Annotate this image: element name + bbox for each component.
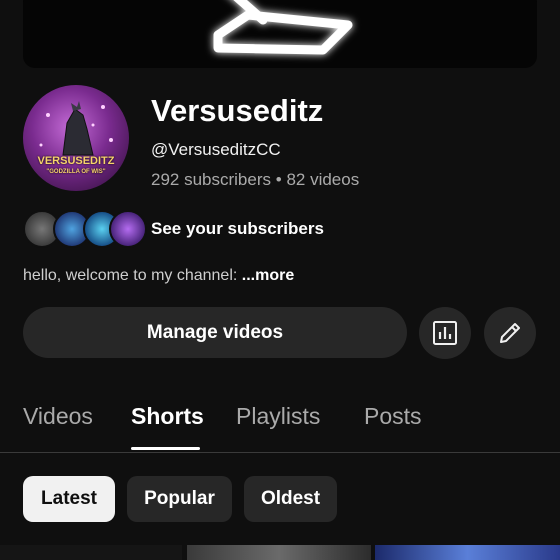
edit-channel-button[interactable]: [484, 307, 536, 359]
analytics-button[interactable]: [419, 307, 471, 359]
tab-posts[interactable]: Posts: [364, 403, 422, 430]
avatar-art-icon: [39, 101, 113, 156]
chip-oldest[interactable]: Oldest: [244, 476, 337, 522]
pencil-icon: [500, 323, 520, 343]
channel-avatar[interactable]: VERSUSEDITZ "GODZILLA OF WIS": [23, 85, 129, 191]
tab-playlists[interactable]: Playlists: [236, 403, 320, 430]
subscriber-count: 292 subscribers: [151, 170, 272, 189]
stats-separator: •: [275, 170, 282, 189]
video-count: 82 videos: [286, 170, 360, 189]
avatar-text: VERSUSEDITZ: [37, 155, 115, 167]
short-thumbnail[interactable]: [0, 545, 182, 560]
tab-videos[interactable]: Videos: [23, 403, 93, 430]
subscriber-avatars[interactable]: [23, 210, 147, 248]
short-thumbnail[interactable]: [375, 545, 560, 560]
banner-logo-icon: [213, 0, 353, 55]
channel-handle: @VersuseditzCC: [151, 140, 281, 159]
channel-stats: 292 subscribers • 82 videos: [151, 170, 359, 190]
avatar-subtext: "GODZILLA OF WIS": [46, 169, 106, 175]
chip-latest[interactable]: Latest: [23, 476, 115, 522]
channel-description[interactable]: hello, welcome to my channel: ...more: [23, 267, 294, 285]
description-text: hello, welcome to my channel:: [23, 267, 242, 284]
tab-shorts[interactable]: Shorts: [131, 403, 204, 430]
channel-tabs: Videos Shorts Playlists Posts: [0, 395, 560, 453]
chip-popular[interactable]: Popular: [127, 476, 232, 522]
channel-banner[interactable]: [23, 0, 537, 68]
channel-name: Versuseditz: [151, 93, 324, 128]
active-tab-indicator: [131, 447, 200, 450]
subscriber-avatar: [109, 210, 147, 248]
more-link[interactable]: ...more: [242, 267, 294, 284]
short-thumbnail[interactable]: [187, 545, 371, 560]
manage-videos-button[interactable]: Manage videos: [23, 307, 407, 358]
see-subscribers-link[interactable]: See your subscribers: [151, 219, 324, 239]
analytics-icon: [433, 321, 457, 345]
